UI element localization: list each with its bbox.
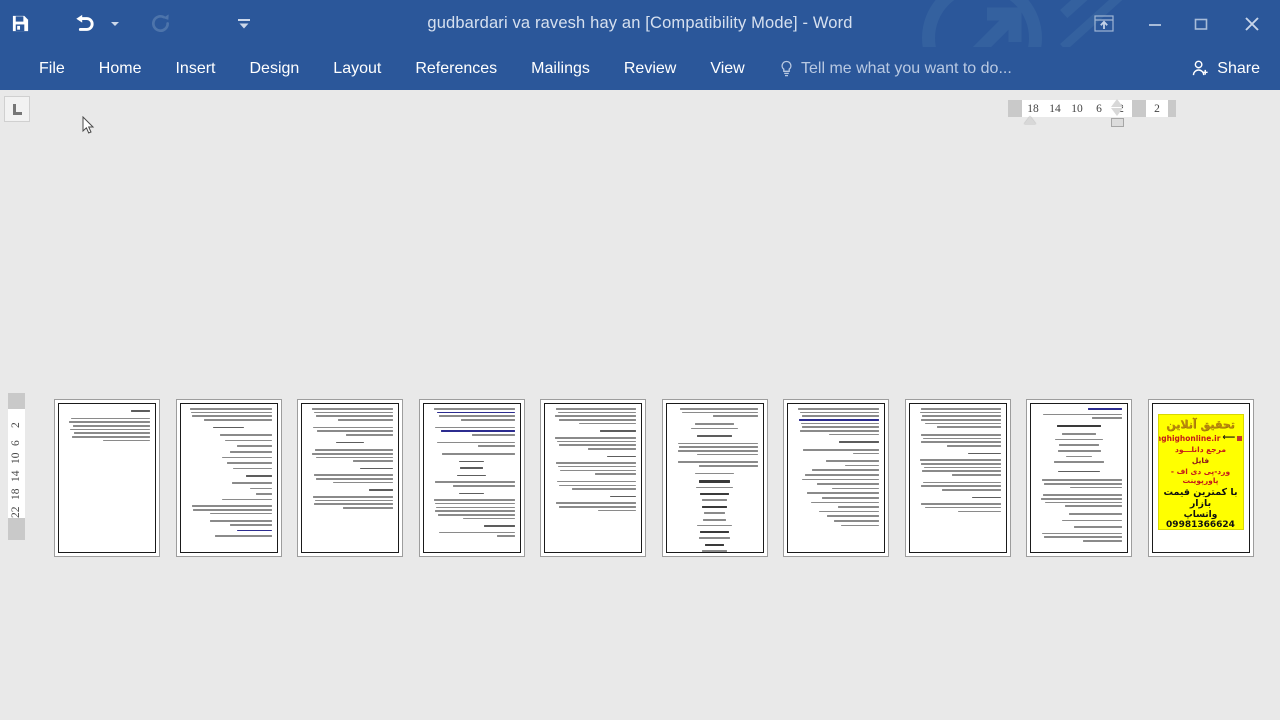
undo-button[interactable] bbox=[64, 5, 104, 43]
ad-website: Tahghighonline.ir bbox=[1159, 433, 1221, 443]
ruler-v-number: 18 bbox=[10, 488, 22, 501]
save-icon bbox=[12, 15, 28, 32]
word-application-window: gudbardari va ravesh hay an [Compatibili… bbox=[0, 0, 1280, 720]
tab-stop-selector[interactable] bbox=[4, 96, 30, 122]
close-button[interactable] bbox=[1224, 4, 1280, 44]
hanging-indent-marker[interactable] bbox=[1111, 108, 1123, 116]
vertical-ruler[interactable]: 2 6 10 14 18 22 bbox=[8, 393, 25, 540]
ruler-margin-bottom bbox=[8, 518, 25, 540]
document-pages: تحقیق آنلاین Tahghighonline.ir ⟵ مرجع دا… bbox=[54, 399, 1254, 557]
ad-line-4: با کمترین قیمت بازار bbox=[1163, 487, 1238, 509]
ruler-v-number: 2 bbox=[10, 422, 22, 428]
page-thumbnail[interactable] bbox=[904, 399, 1011, 557]
close-icon bbox=[1245, 16, 1259, 31]
tab-references[interactable]: References bbox=[398, 47, 514, 90]
pdf-icon bbox=[1237, 435, 1243, 441]
customize-quick-access-icon bbox=[238, 18, 250, 28]
right-indent-top-marker[interactable] bbox=[1111, 99, 1123, 107]
tell-me-placeholder: Tell me what you want to do... bbox=[801, 59, 1012, 77]
ruler-margin-top bbox=[8, 393, 25, 409]
left-indent-marker[interactable] bbox=[1111, 118, 1124, 127]
page-thumbnail[interactable] bbox=[418, 399, 525, 557]
ruler-h-number: 18 bbox=[1027, 102, 1039, 115]
tab-file[interactable]: File bbox=[22, 47, 82, 90]
redo-button[interactable] bbox=[140, 5, 180, 43]
minimize-button[interactable] bbox=[1132, 4, 1178, 44]
share-button[interactable]: Share bbox=[1181, 53, 1270, 84]
page-thumbnail[interactable] bbox=[175, 399, 282, 557]
ruler-h-number: 14 bbox=[1049, 102, 1061, 115]
tell-me-search[interactable]: Tell me what you want to do... bbox=[780, 47, 1012, 90]
page-thumbnail[interactable] bbox=[54, 399, 160, 557]
customize-quick-access-toolbar-button[interactable] bbox=[224, 5, 264, 43]
ad-title: تحقیق آنلاین bbox=[1166, 418, 1235, 431]
ad-line-2: فایل bbox=[1191, 456, 1210, 465]
lightbulb-icon bbox=[781, 60, 792, 76]
minimize-icon bbox=[1149, 23, 1161, 26]
ad-line-3: ورد-پی دی اف - پاورپوینت bbox=[1170, 467, 1231, 485]
tab-view[interactable]: View bbox=[693, 47, 761, 90]
ribbon-display-options-icon bbox=[1094, 15, 1114, 32]
advertisement-banner: تحقیق آنلاین Tahghighonline.ir ⟵ مرجع دا… bbox=[1157, 414, 1244, 530]
page-thumbnail[interactable] bbox=[540, 399, 646, 557]
redo-icon bbox=[151, 14, 169, 33]
ribbon-tabs: File Home Insert Design Layout Reference… bbox=[22, 47, 762, 90]
mouse-cursor bbox=[82, 116, 95, 134]
left-arrow-icon: ⟵ bbox=[1222, 433, 1236, 443]
page-thumbnail-advertisement[interactable]: تحقیق آنلاین Tahghighonline.ir ⟵ مرجع دا… bbox=[1147, 399, 1254, 557]
tab-mailings[interactable]: Mailings bbox=[514, 47, 607, 90]
ad-app-icons bbox=[1237, 435, 1243, 441]
undo-icon bbox=[76, 14, 94, 31]
tab-insert[interactable]: Insert bbox=[158, 47, 232, 90]
window-controls bbox=[1076, 0, 1280, 47]
ruler-h-number: 6 bbox=[1096, 102, 1102, 115]
ad-line-1: مرجع دانلـــود bbox=[1175, 445, 1226, 454]
tab-home[interactable]: Home bbox=[82, 47, 159, 90]
restore-button[interactable] bbox=[1178, 4, 1224, 44]
ad-phone-number: 09981366624 bbox=[1166, 520, 1235, 530]
ad-website-row: Tahghighonline.ir ⟵ bbox=[1159, 433, 1243, 443]
tab-layout[interactable]: Layout bbox=[316, 47, 398, 90]
ruler-h-number: 2 bbox=[1154, 102, 1160, 115]
page-thumbnail[interactable] bbox=[661, 399, 768, 557]
ruler-h-number: 10 bbox=[1071, 102, 1083, 115]
restore-icon bbox=[1194, 18, 1208, 30]
page-thumbnail[interactable] bbox=[297, 399, 403, 557]
tab-review[interactable]: Review bbox=[607, 47, 693, 90]
tab-design[interactable]: Design bbox=[232, 47, 316, 90]
ruler-v-number: 10 bbox=[10, 452, 22, 465]
ribbon-display-options-button[interactable] bbox=[1076, 4, 1132, 44]
ruler-v-number: 6 bbox=[10, 440, 22, 446]
horizontal-ruler[interactable]: 18 14 10 6 2 2 bbox=[1008, 100, 1176, 117]
page-thumbnail[interactable] bbox=[1026, 399, 1132, 557]
save-button[interactable] bbox=[0, 5, 40, 43]
left-tab-stop-icon bbox=[12, 103, 22, 115]
ruler-v-number: 22 bbox=[10, 506, 22, 519]
share-person-icon bbox=[1193, 60, 1208, 76]
page-thumbnail[interactable] bbox=[783, 399, 889, 557]
ribbon-tab-bar: File Home Insert Design Layout Reference… bbox=[0, 47, 1280, 90]
title-bar: gudbardari va ravesh hay an [Compatibili… bbox=[0, 0, 1280, 47]
share-label: Share bbox=[1217, 59, 1260, 77]
ad-phone-label: واتساپ bbox=[1183, 510, 1218, 520]
first-line-indent-marker[interactable] bbox=[1024, 116, 1036, 124]
ad-phone-row: واتساپ 09981366624 bbox=[1159, 510, 1243, 530]
ruler-v-number: 14 bbox=[10, 470, 22, 483]
